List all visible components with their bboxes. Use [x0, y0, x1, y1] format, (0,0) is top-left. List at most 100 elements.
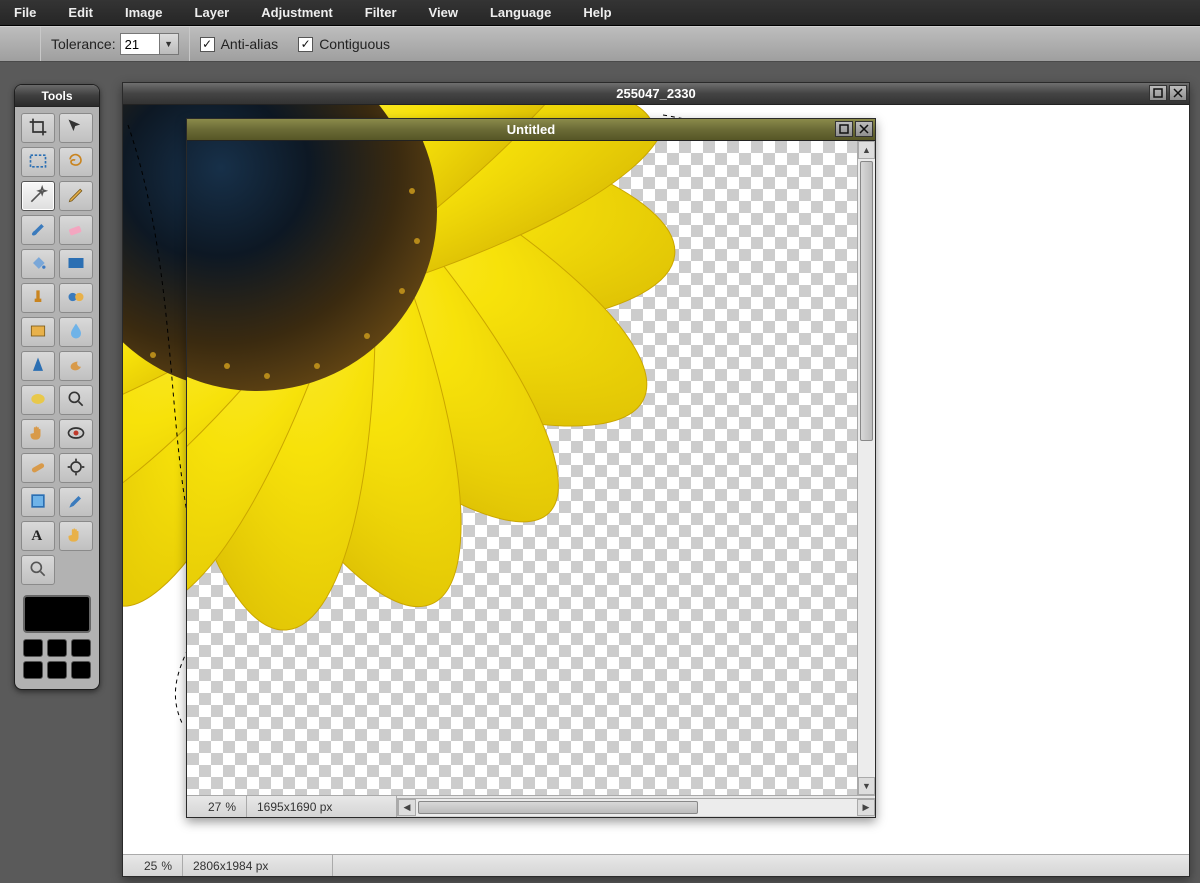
menu-filter[interactable]: Filter — [349, 0, 413, 26]
text-icon: A — [28, 525, 48, 548]
workspace: Tools A 255047_2330 — [0, 62, 1200, 883]
vertical-scrollbar[interactable]: ▲ ▼ — [857, 141, 875, 795]
magnify-icon — [28, 559, 48, 582]
tool-pencil[interactable] — [59, 181, 93, 211]
menu-file[interactable]: File — [6, 0, 52, 26]
tool-hand[interactable] — [21, 419, 55, 449]
tool-lasso[interactable] — [59, 147, 93, 177]
transform-icon — [28, 491, 48, 514]
stamp-icon — [28, 287, 48, 310]
window-title-text: Untitled — [507, 122, 555, 137]
tool-eraser[interactable] — [59, 215, 93, 245]
menu-image[interactable]: Image — [109, 0, 179, 26]
zoom-value-main[interactable]: 25 — [144, 859, 157, 873]
tool-options-bar: Tolerance: ▼ ✓ Anti-alias ✓ Contiguous — [0, 26, 1200, 62]
tool-text[interactable]: A — [21, 521, 55, 551]
tool-rect-select[interactable] — [21, 147, 55, 177]
contiguous-checkbox[interactable]: ✓ — [298, 37, 313, 52]
tool-magic-wand[interactable] — [21, 181, 55, 211]
gradient-icon — [66, 253, 86, 276]
crop-icon — [28, 117, 48, 140]
tool-crop[interactable] — [21, 113, 55, 143]
window-title-untitled[interactable]: Untitled — [187, 119, 875, 141]
tools-panel-title: Tools — [15, 85, 99, 107]
dimensions-untitled: 1695x1690 px — [247, 796, 397, 817]
zoom-icon — [66, 389, 86, 412]
tool-pan-hand[interactable] — [59, 521, 93, 551]
menu-layer[interactable]: Layer — [179, 0, 246, 26]
menu-adjustment[interactable]: Adjustment — [245, 0, 349, 26]
tool-eyedropper[interactable] — [59, 487, 93, 517]
tolerance-input[interactable] — [120, 33, 160, 55]
contiguous-label: Contiguous — [319, 36, 390, 52]
heal-icon — [28, 457, 48, 480]
tool-move[interactable] — [59, 113, 93, 143]
window-maximize-button[interactable] — [835, 121, 853, 137]
move-icon — [66, 117, 86, 140]
current-tool-indicator — [0, 27, 40, 61]
image-content-untitled — [187, 141, 859, 795]
smudge-icon — [66, 355, 86, 378]
tolerance-label: Tolerance: — [51, 36, 116, 52]
pan-hand-icon — [66, 525, 86, 548]
redeye-icon — [66, 423, 86, 446]
tool-blur[interactable] — [59, 317, 93, 347]
tool-transform[interactable] — [21, 487, 55, 517]
scroll-thumb-horizontal[interactable] — [418, 801, 698, 814]
menu-view[interactable]: View — [413, 0, 474, 26]
antialias-label: Anti-alias — [221, 36, 279, 52]
zoom-value-untitled[interactable]: 27 — [208, 800, 221, 814]
window-title-main[interactable]: 255047_2330 — [123, 83, 1189, 105]
menu-edit[interactable]: Edit — [52, 0, 109, 26]
tool-color-replace[interactable] — [59, 283, 93, 313]
tool-heal[interactable] — [21, 453, 55, 483]
color-replace-icon — [66, 287, 86, 310]
dimensions-main: 2806x1984 px — [183, 855, 333, 876]
scroll-thumb-vertical[interactable] — [860, 161, 873, 441]
tool-zoom[interactable] — [59, 385, 93, 415]
sharpen-icon — [28, 355, 48, 378]
zoom-unit: % — [161, 859, 172, 873]
scroll-left-arrow[interactable]: ◀ — [398, 799, 416, 816]
window-close-button[interactable] — [855, 121, 873, 137]
scroll-down-arrow[interactable]: ▼ — [858, 777, 875, 795]
app-menu-bar: File Edit Image Layer Adjustment Filter … — [0, 0, 1200, 26]
tool-stamp[interactable] — [21, 283, 55, 313]
pencil-icon — [66, 185, 86, 208]
menu-language[interactable]: Language — [474, 0, 567, 26]
tools-panel: Tools A — [14, 84, 100, 690]
window-close-button[interactable] — [1169, 85, 1187, 101]
fill-bucket-icon — [28, 253, 48, 276]
tool-shape[interactable] — [21, 317, 55, 347]
window-maximize-button[interactable] — [1149, 85, 1167, 101]
hand-icon — [28, 423, 48, 446]
tool-brush[interactable] — [21, 215, 55, 245]
eyedropper-icon — [66, 491, 86, 514]
scroll-up-arrow[interactable]: ▲ — [858, 141, 875, 159]
magic-wand-icon — [28, 185, 48, 208]
dodge-icon — [66, 457, 86, 480]
canvas-untitled[interactable]: ▲ ▼ — [187, 141, 875, 795]
lasso-icon — [66, 151, 86, 174]
document-window-untitled: Untitled — [186, 118, 876, 818]
blur-icon — [66, 321, 86, 344]
tool-sharpen[interactable] — [21, 351, 55, 381]
foreground-color-swatch[interactable] — [23, 595, 91, 633]
tolerance-stepper[interactable]: ▼ — [159, 33, 179, 55]
color-history[interactable] — [23, 639, 91, 679]
status-bar-untitled: 27 % 1695x1690 px ◀ ▶ — [187, 795, 875, 817]
status-bar-main: 25 % 2806x1984 px — [123, 854, 1189, 876]
tool-gradient[interactable] — [59, 249, 93, 279]
tool-sponge[interactable] — [21, 385, 55, 415]
svg-text:A: A — [31, 528, 42, 544]
horizontal-scrollbar[interactable]: ◀ ▶ — [397, 798, 875, 816]
tool-redeye[interactable] — [59, 419, 93, 449]
tool-smudge[interactable] — [59, 351, 93, 381]
tool-dodge[interactable] — [59, 453, 93, 483]
tool-fill-bucket[interactable] — [21, 249, 55, 279]
tool-magnify[interactable] — [21, 555, 55, 585]
scroll-right-arrow[interactable]: ▶ — [857, 799, 875, 816]
antialias-checkbox[interactable]: ✓ — [200, 37, 215, 52]
menu-help[interactable]: Help — [567, 0, 627, 26]
shape-icon — [28, 321, 48, 344]
